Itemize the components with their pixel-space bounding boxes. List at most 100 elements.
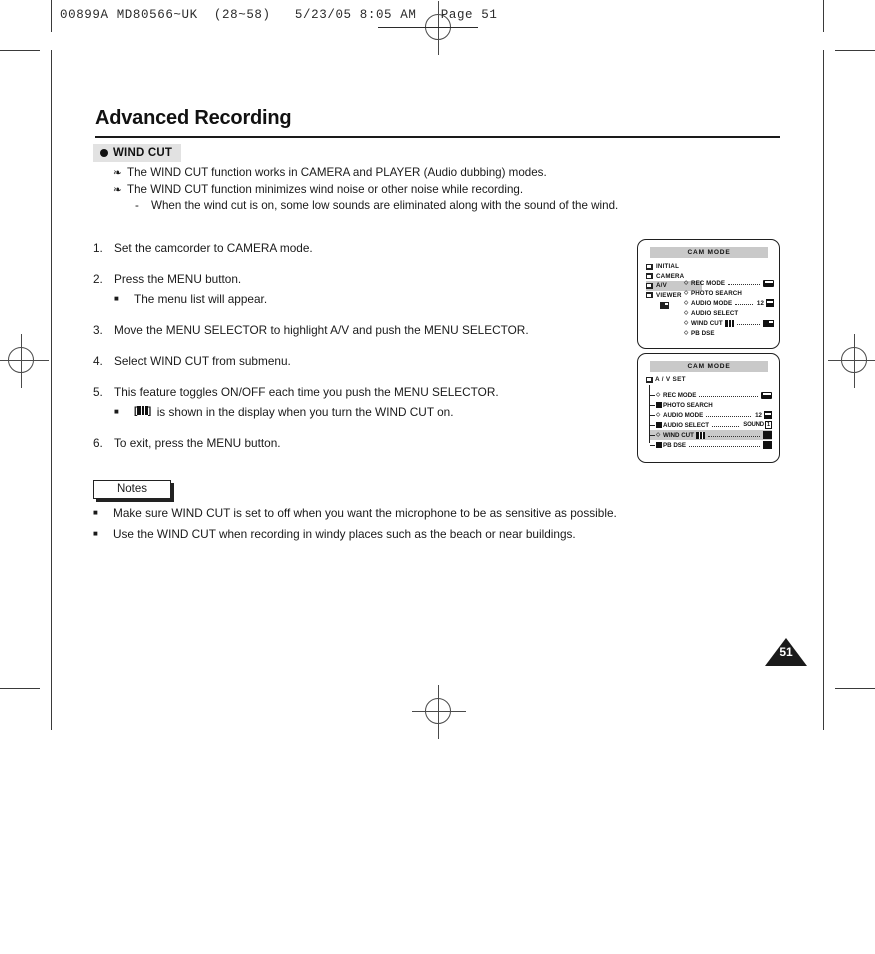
square-bullet-icon: ■: [93, 508, 98, 517]
menu-item-wind-cut: ◇ WIND CUT: [650, 430, 772, 440]
crop-mark-top-left-vertical: [51, 0, 52, 32]
step-5: 5. This feature toggles ON/OFF each time…: [93, 384, 563, 420]
wind-cut-display-icon: []: [134, 406, 151, 417]
wind-cut-icon: [695, 431, 705, 439]
step-1: 1. Set the camcorder to CAMERA mode.: [93, 240, 563, 256]
diamond-bullet-icon: ◇: [684, 310, 689, 316]
leader-dots: [699, 392, 758, 397]
cassette-icon: [761, 391, 772, 399]
filled-circle-icon: [100, 149, 108, 157]
tree-item-label: CAMERA: [656, 272, 685, 280]
list-item: ■ Use the WIND CUT when recording in win…: [93, 526, 733, 542]
square-bullet-icon: ■: [93, 529, 98, 538]
procedure-steps: 1. Set the camcorder to CAMERA mode. 2. …: [93, 240, 563, 466]
sound-channel-badge: 1: [764, 421, 772, 429]
menu-item-label: PHOTO SEARCH: [691, 289, 742, 297]
intro-bullet-text: The WIND CUT function works in CAMERA an…: [127, 166, 547, 179]
substep-text: is shown in the display when you turn th…: [156, 405, 454, 419]
step-number: 2.: [93, 272, 103, 286]
step-text: Move the MENU SELECTOR to highlight A/V …: [114, 323, 529, 337]
step-number: 5.: [93, 385, 103, 399]
tree-branch-tick: [650, 414, 655, 416]
step-number: 3.: [93, 323, 103, 337]
leader-dots: [689, 442, 760, 447]
crop-mark-bottom-right-vertical: [823, 690, 824, 730]
step-text: Select WIND CUT from submenu.: [114, 354, 291, 368]
crop-mark-bottom-right-horizontal: [835, 688, 875, 689]
menu-item-label: AUDIO SELECT: [663, 421, 710, 429]
block-icon: [763, 431, 772, 439]
page-title: Advanced Recording: [95, 107, 292, 129]
lcd-submenu-heading-label: A / V SET: [655, 376, 686, 383]
step-number: 1.: [93, 241, 103, 255]
folder-icon: [646, 376, 653, 383]
tree-branch-tick: [650, 424, 655, 426]
tree-item-initial: INITIAL: [646, 262, 702, 272]
menu-item-label: PHOTO SEARCH: [663, 401, 713, 409]
registration-mark-bottom: [412, 685, 466, 739]
cassette-icon: [763, 279, 774, 287]
step-substep: ■ The menu list will appear.: [93, 291, 563, 307]
step-text: This feature toggles ON/OFF each time yo…: [114, 385, 499, 399]
leader-dots: [736, 320, 760, 325]
crop-mark-right-edge: [823, 50, 824, 690]
intro-sub-note-text: When the wind cut is on, some low sounds…: [151, 199, 619, 213]
menu-item-rec-mode: ◇ REC MODE: [650, 390, 772, 400]
folder-icon: [646, 273, 653, 280]
lcd-titlebar: CAM MODE: [650, 361, 768, 372]
crop-mark-left-edge: [51, 50, 52, 690]
list-item: ❧ The WIND CUT function works in CAMERA …: [113, 165, 733, 182]
menu-item-label: AUDIO SELECT: [691, 309, 739, 317]
bit-icon: [766, 299, 774, 307]
notes-list: ■ Make sure WIND CUT is set to off when …: [93, 505, 733, 547]
print-header-underline: [378, 27, 478, 28]
crop-mark-top-right-horizontal: [835, 50, 875, 51]
menu-item-audio-select: AUDIO SELECT SOUND 1: [650, 420, 772, 430]
square-bullet-icon: ■: [114, 294, 119, 303]
step-text: Press the MENU button.: [114, 272, 242, 286]
menu-item-pb-dse: PB DSE: [650, 440, 772, 450]
intro-bullet-text: The WIND CUT function minimizes wind noi…: [127, 182, 524, 196]
lcd-submenu-list: ◇ REC MODE PHOTO SEARCH ◇ AUDIO MODE 12 …: [650, 390, 772, 450]
folder-icon: [646, 263, 653, 270]
step-3: 3. Move the MENU SELECTOR to highlight A…: [93, 322, 563, 338]
registration-mark-left: [0, 334, 49, 388]
diamond-bullet-icon: ◇: [684, 290, 689, 296]
lcd-titlebar: CAM MODE: [650, 247, 768, 258]
folder-icon: [646, 282, 653, 289]
menu-item-audio-mode: ◇ AUDIO MODE 12: [684, 298, 774, 308]
step-number: 4.: [93, 354, 103, 368]
leader-dots: [707, 432, 760, 437]
lcd-illustration-av-submenu: CAM MODE A / V SET ◇ REC MODE PHOTO SEAR…: [637, 353, 780, 463]
title-divider: [95, 136, 780, 138]
menu-item-label: AUDIO MODE: [663, 411, 704, 419]
leader-dots: [712, 422, 740, 427]
block-icon: [763, 441, 772, 449]
page-number: 51: [779, 645, 793, 659]
lcd-submenu-list: ◇ REC MODE ◇ PHOTO SEARCH ◇ AUDIO MODE 1…: [684, 278, 774, 338]
menu-item-label: REC MODE: [663, 391, 697, 399]
crop-mark-bottom-left-vertical: [51, 690, 52, 730]
menu-item-label: REC MODE: [691, 279, 726, 287]
tree-branch-tick: [650, 434, 655, 436]
folder-icon: [646, 292, 653, 299]
list-item: ■ Make sure WIND CUT is set to off when …: [93, 505, 733, 521]
print-job-header: 00899A MD80566~UK (28~58) 5/23/05 8:05 A…: [60, 8, 498, 22]
menu-item-value: 12: [755, 411, 762, 419]
step-6: 6. To exit, press the MENU button.: [93, 435, 563, 451]
menu-item-label: WIND CUT: [691, 319, 723, 327]
note-text: Use the WIND CUT when recording in windy…: [113, 527, 576, 541]
menu-item-wind-cut: ◇ WIND CUT: [684, 318, 774, 328]
crop-mark-top-right-vertical: [823, 0, 824, 32]
square-bullet-icon: ■: [114, 407, 119, 416]
clover-bullet-icon: ❧: [113, 167, 122, 179]
lcd-submenu-heading: A / V SET: [646, 376, 686, 383]
step-substep: ■ [] is shown in the display when you tu…: [93, 404, 563, 420]
diamond-bullet-icon: ◇: [656, 412, 661, 418]
registration-mark-right: [828, 334, 875, 388]
diamond-bullet-icon: ◇: [656, 392, 661, 398]
crop-mark-top-left-horizontal: [0, 50, 40, 51]
block-bullet-icon: [656, 442, 662, 448]
cursor-block-icon: [660, 302, 669, 309]
step-text: To exit, press the MENU button.: [114, 436, 281, 450]
